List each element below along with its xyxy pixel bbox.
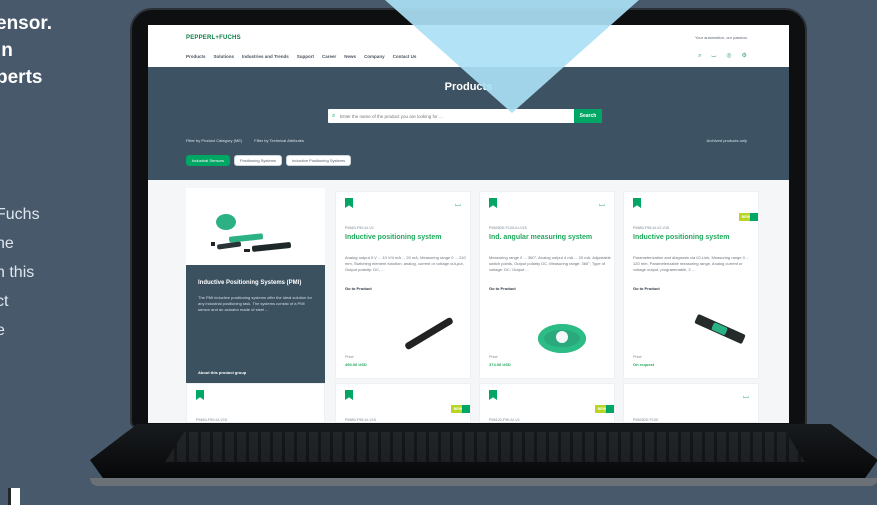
product-category: PMI120-F90-IU-V1 [489,418,520,422]
product-image [538,324,586,353]
product-card[interactable]: ⌴ PMI360D-F130 [623,383,759,423]
go-to-product-link[interactable]: Go to Product [345,286,372,291]
product-card[interactable]: PMI40-F90-IU-V15 [186,383,325,423]
product-group-card: Inductive Positioning Systems (PMI) The … [186,188,325,389]
product-group-title: Inductive Positioning Systems (PMI) [198,280,302,286]
badge-icon [462,405,470,413]
product-category: PMI360D-F130 [633,418,659,422]
headline: ensor. in perts [0,10,52,91]
price-value: 374.00 USD [489,362,511,367]
product-category: PMI80-F95-IU-IO-V15 [633,226,670,230]
bookmark-icon[interactable] [345,198,353,208]
headline-line-1: ensor. [0,13,52,34]
filter-row: Filter by Product Category (ME) Filter b… [186,138,304,143]
product-group-description: The PMI inductive positioning systems of… [198,295,312,312]
body-line-2: he [0,235,14,252]
header-actions: ⌕ ⌴ ◎ ⚙ [698,53,747,59]
marketing-copy-fragment: ensor. in perts Fuchs he n this ct e [0,0,130,505]
page-corner-cutout [8,488,20,505]
main-navigation: Products Solutions Industries and Trends… [186,54,416,59]
nav-news[interactable]: News [344,54,356,59]
nav-career[interactable]: Career [322,54,336,59]
product-card[interactable]: NEW PMI120-F90-IU-V1 [479,383,615,423]
go-to-product-link[interactable]: Go to Product [633,286,660,291]
headline-line-3: perts [0,67,43,88]
profile-icon[interactable]: ◎ [726,53,731,59]
price-label: Price [345,355,354,359]
product-description: Parameterization and diagnosis via IO-Li… [633,255,750,272]
product-image [694,313,746,345]
product-description: Measuring range 0 ... 360°, Analog outpu… [489,255,611,272]
product-card[interactable]: ⌴ PMI40-F90-IU-V1 Inductive positioning … [335,191,471,379]
product-card[interactable]: NEW PMI80-F95-IU-IO-V15 Inductive positi… [623,191,759,379]
product-title[interactable]: Inductive positioning system [345,234,469,242]
body-copy: Fuchs he n this ct e [0,200,40,345]
body-line-5: e [0,322,5,339]
body-line-1: Fuchs [0,206,40,223]
price-value: On request [633,362,655,367]
cart-icon[interactable]: ⌴ [455,200,461,208]
product-category: PMI40-F90-IU-V15 [196,418,227,422]
badge-icon [606,405,614,413]
product-description: Analog output 0 V ... 10 V/4 mA ... 20 m… [345,255,466,272]
chip-positioning-systems[interactable]: Positioning Systems [234,155,283,166]
badge-icon [750,213,758,221]
chip-industrial-sensors[interactable]: Industrial Sensors [186,155,231,166]
page: { "left_copy": { "headline_lines": ["ens… [0,0,877,505]
product-card[interactable]: NEW PMI80-F95-IU-V15 [335,383,471,423]
product-group-panel: Inductive Positioning Systems (PMI) The … [186,265,325,389]
product-group-image [211,214,292,252]
nav-industries[interactable]: Industries and Trends [242,54,289,59]
product-category: PMI360D-F130-IU-V15 [489,226,527,230]
nav-products[interactable]: Products [186,54,206,59]
bookmark-icon[interactable] [196,390,204,400]
cart-icon[interactable]: ⌴ [743,392,749,400]
filter-technical[interactable]: Filter by Technical Attributes [254,138,304,143]
product-category: PMI80-F95-IU-V15 [345,418,376,422]
keyboard-texture [165,432,805,462]
cart-icon[interactable]: ⌴ [599,200,605,208]
product-group-link[interactable]: About this product group [198,370,246,375]
search-icon[interactable]: ⌕ [698,53,701,59]
price-label: Price [633,355,642,359]
laptop-lip [90,478,877,486]
product-image [404,316,454,351]
headline-line-2: in [0,40,13,61]
site-tagline: Your automation, our passion. [695,35,748,40]
body-line-4: ct [0,293,9,310]
product-card[interactable]: ⌴ PMI360D-F130-IU-V15 Ind. angular measu… [479,191,615,379]
filter-category[interactable]: Filter by Product Category (ME) [186,138,242,143]
brand-logo[interactable]: PEPPERL+FUCHS [186,35,241,41]
price-label: Price [489,355,498,359]
product-category: PMI40-F90-IU-V1 [345,226,374,230]
nav-support[interactable]: Support [297,54,314,59]
bookmark-icon[interactable] [345,390,353,400]
body-line-3: n this [0,264,35,281]
bookmark-icon[interactable] [489,198,497,208]
nav-solutions[interactable]: Solutions [214,54,235,59]
nav-company[interactable]: Company [364,54,385,59]
chip-inductive-positioning[interactable]: Inductive Positioning Systems [286,155,352,166]
active-filter-chips: Industrial Sensors Positioning Systems I… [186,155,352,166]
bookmark-icon[interactable] [633,198,641,208]
decorative-triangle [385,0,639,113]
bookmark-icon[interactable] [489,390,497,400]
archived-products-toggle[interactable]: Archived products only [707,138,747,143]
search-icon: ⌕ [332,113,336,119]
price-value: 490.00 USD [345,362,367,367]
go-to-product-link[interactable]: Go to Product [489,286,516,291]
product-title[interactable]: Ind. angular measuring system [489,234,613,242]
settings-icon[interactable]: ⚙ [742,53,747,59]
cart-icon[interactable]: ⌴ [712,53,717,59]
product-title[interactable]: Inductive positioning system [633,234,757,242]
